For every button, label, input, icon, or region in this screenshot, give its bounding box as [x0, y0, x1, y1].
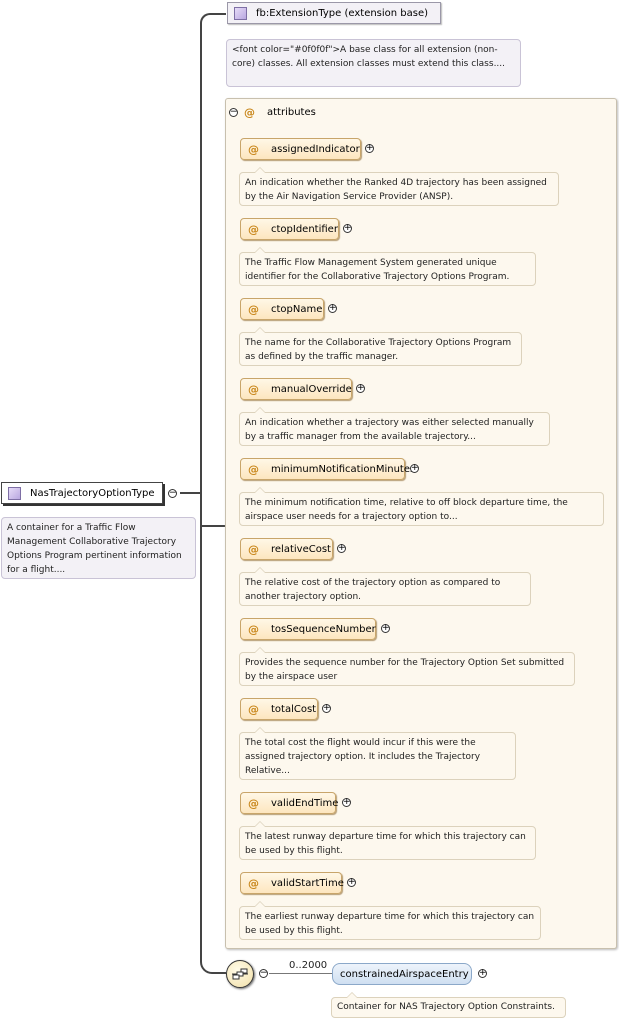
extension-base-name: fb:ExtensionType (extension base)	[256, 7, 429, 19]
complex-type-icon	[8, 486, 21, 500]
attribute-doc: The Traffic Flow Management System gener…	[239, 247, 536, 286]
attribute-icon: @	[248, 462, 259, 476]
attribute-name: validEndTime	[271, 797, 339, 809]
attribute-ctopName[interactable]: @ ctopName	[240, 298, 324, 320]
attribute-ctopIdentifier[interactable]: @ ctopIdentifier	[240, 218, 339, 240]
attribute-relativeCost[interactable]: @ relativeCost	[240, 538, 333, 560]
attribute-icon: @	[248, 222, 259, 236]
sequence-compositor-icon[interactable]	[226, 960, 254, 988]
connector-to-attributes	[200, 525, 226, 527]
attribute-doc: The name for the Collaborative Trajector…	[239, 327, 522, 366]
connector-top-curve	[200, 13, 226, 25]
attribute-doc: The relative cost of the trajectory opti…	[239, 567, 531, 606]
expand-icon[interactable]: +	[365, 144, 374, 153]
expand-icon[interactable]: +	[410, 464, 419, 473]
attribute-name: minimumNotificationMinutes	[271, 463, 416, 475]
attribute-icon: @	[248, 702, 259, 716]
root-type-box[interactable]: NasTrajectoryOptionType	[1, 482, 163, 504]
attribute-name: totalCost	[271, 703, 317, 715]
attribute-doc: An indication whether a trajectory was e…	[239, 407, 550, 446]
expand-icon[interactable]: +	[478, 969, 487, 978]
attribute-name: tosSequenceNumber	[271, 623, 376, 635]
complex-type-icon	[234, 6, 247, 20]
attribute-name: validStartTime	[271, 877, 344, 889]
attribute-doc: The latest runway departure time for whi…	[239, 821, 536, 860]
root-type-name: NasTrajectoryOptionType	[30, 487, 155, 499]
attributes-group-label: attributes	[267, 107, 316, 118]
expand-icon[interactable]: +	[343, 224, 352, 233]
attribute-validEndTime[interactable]: @ validEndTime	[240, 792, 339, 814]
attribute-doc: An indication whether the Ranked 4D traj…	[239, 167, 559, 206]
element-doc: Container for NAS Trajectory Option Cons…	[331, 992, 566, 1018]
expand-icon[interactable]: +	[347, 878, 356, 887]
attributes-group-header[interactable]: − @ attributes	[229, 106, 316, 119]
element-name: constrainedAirspaceEntry	[340, 968, 469, 980]
attribute-icon: @	[248, 542, 259, 556]
attribute-doc: Provides the sequence number for the Tra…	[239, 647, 575, 686]
root-type-doc: A container for a Traffic Flow Managemen…	[1, 517, 196, 579]
extension-base-doc: <font color="#0f0f0f">A base class for a…	[226, 39, 521, 87]
expand-icon[interactable]: +	[381, 624, 390, 633]
attribute-doc: The total cost the flight would incur if…	[239, 727, 516, 780]
connector-bottom-curve	[200, 958, 226, 974]
attribute-doc: The earliest runway departure time for w…	[239, 901, 541, 940]
connector-trunk-vertical	[200, 23, 202, 961]
attribute-name: manualOverride	[271, 383, 352, 395]
collapse-icon[interactable]: −	[259, 969, 268, 978]
attribute-assignedIndicator[interactable]: @ assignedIndicator	[240, 138, 361, 160]
extension-base-box[interactable]: fb:ExtensionType (extension base)	[227, 2, 441, 24]
attribute-icon: @	[248, 622, 259, 636]
attribute-totalCost[interactable]: @ totalCost	[240, 698, 318, 720]
attribute-validStartTime[interactable]: @ validStartTime	[240, 872, 344, 894]
cardinality-label: 0..2000	[289, 960, 328, 971]
attribute-icon: @	[248, 142, 259, 156]
attribute-icon: @	[248, 796, 259, 810]
attribute-minimumNotificationMinutes[interactable]: @ minimumNotificationMinutes	[240, 458, 415, 480]
attribute-icon: @	[248, 382, 259, 396]
attribute-name: assignedIndicator	[271, 143, 360, 155]
connector-seq-to-element	[269, 973, 332, 974]
expand-icon[interactable]: +	[356, 384, 365, 393]
attribute-tosSequenceNumber[interactable]: @ tosSequenceNumber	[240, 618, 376, 640]
collapse-icon[interactable]: −	[168, 489, 177, 498]
expand-icon[interactable]: +	[322, 704, 331, 713]
expand-icon[interactable]: +	[337, 544, 346, 553]
attribute-icon: @	[244, 106, 255, 119]
sequence-icon	[232, 968, 248, 980]
attribute-name: ctopIdentifier	[271, 223, 338, 235]
collapse-icon[interactable]: −	[229, 108, 238, 117]
expand-icon[interactable]: +	[342, 798, 351, 807]
expand-icon[interactable]: +	[328, 304, 337, 313]
attribute-name: ctopName	[271, 303, 323, 315]
attribute-manualOverride[interactable]: @ manualOverride	[240, 378, 352, 400]
connector-root-horizontal	[180, 492, 202, 494]
attribute-doc: The minimum notification time, relative …	[239, 487, 604, 526]
attribute-name: relativeCost	[271, 543, 331, 555]
attribute-icon: @	[248, 876, 259, 890]
attribute-icon: @	[248, 302, 259, 316]
element-constrainedAirspaceEntry[interactable]: constrainedAirspaceEntry	[332, 963, 472, 985]
